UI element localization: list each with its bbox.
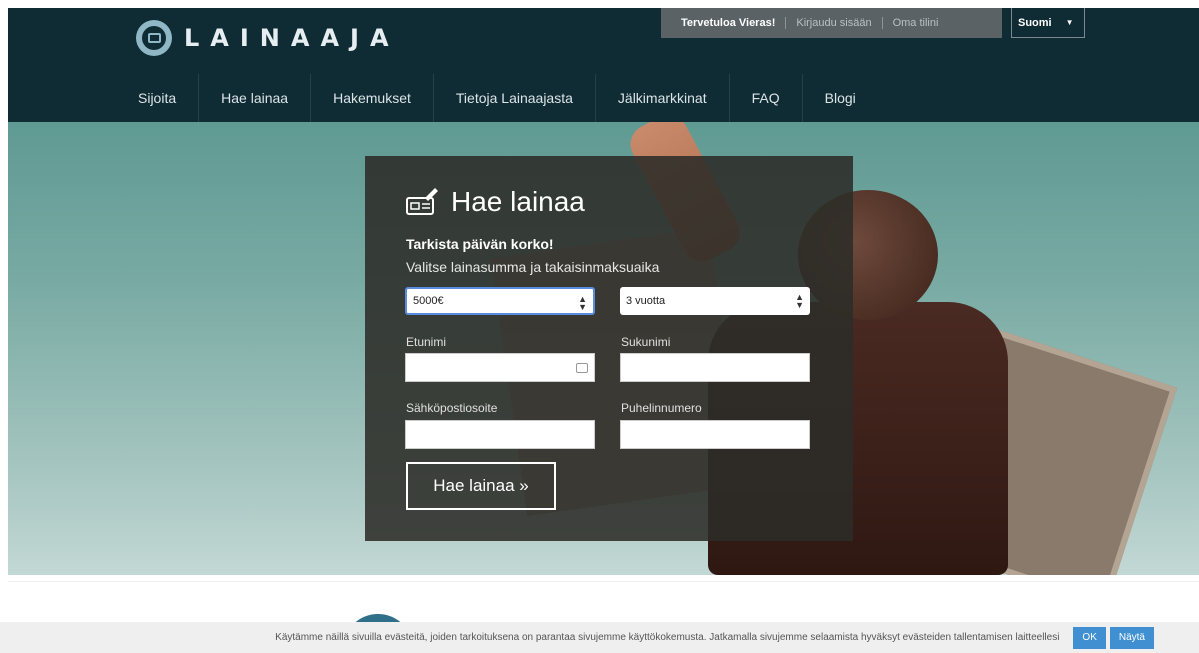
- loan-amount-value: 5000€: [413, 295, 444, 307]
- section-divider: [8, 581, 1199, 582]
- phone-label: Puhelinnumero: [621, 401, 702, 415]
- nav-item-faq[interactable]: FAQ: [730, 74, 803, 122]
- user-bar: Tervetuloa Vieras! Kirjaudu sisään Oma t…: [661, 8, 1002, 38]
- select-arrows-icon: ▲ ▼: [578, 294, 587, 312]
- form-subtitle: Tarkista päivän korko!: [406, 236, 554, 252]
- cookie-ok-button[interactable]: OK: [1073, 626, 1106, 649]
- login-link[interactable]: Kirjaudu sisään: [785, 17, 881, 29]
- nav-item-sijoita[interactable]: Sijoita: [138, 74, 200, 122]
- form-instruction: Valitse lainasumma ja takaisinmaksuaika: [406, 259, 660, 275]
- nav-item-hakemukset[interactable]: Hakemukset: [311, 74, 434, 122]
- first-name-label: Etunimi: [406, 335, 447, 349]
- loan-term-select[interactable]: 3 vuotta ▲ ▼: [620, 287, 810, 315]
- brand-name: LAINAAJA: [184, 24, 400, 52]
- email-label: Sähköpostiosoite: [406, 401, 498, 415]
- main-nav: Sijoita Hae lainaa Hakemukset Tietoja La…: [138, 74, 878, 122]
- language-label: Suomi: [1018, 16, 1052, 29]
- site-header: LAINAAJA Tervetuloa Vieras! Kirjaudu sis…: [8, 8, 1199, 122]
- contact-card-icon: [576, 363, 588, 373]
- loan-form-panel: Hae lainaa Tarkista päivän korko! Valits…: [365, 156, 853, 541]
- nav-item-blogi[interactable]: Blogi: [803, 74, 878, 122]
- first-name-input[interactable]: [405, 353, 595, 382]
- form-title: Hae lainaa: [451, 186, 585, 217]
- phone-input[interactable]: [620, 420, 810, 449]
- language-select[interactable]: Suomi ▼: [1011, 8, 1085, 38]
- last-name-label: Sukunimi: [621, 335, 671, 349]
- select-arrows-icon: ▲ ▼: [795, 292, 804, 310]
- nav-item-jalkimarkkinat[interactable]: Jälkimarkkinat: [596, 74, 730, 122]
- nav-item-hae-lainaa[interactable]: Hae lainaa: [199, 74, 312, 122]
- loan-amount-select[interactable]: 5000€ ▲ ▼: [405, 287, 595, 315]
- form-header: Hae lainaa: [405, 186, 585, 218]
- cookie-text: Käytämme näillä sivuilla evästeitä, joid…: [275, 632, 1060, 643]
- logo[interactable]: LAINAAJA: [136, 20, 400, 56]
- cookie-show-button[interactable]: Näytä: [1109, 626, 1154, 649]
- account-link[interactable]: Oma tilini: [881, 17, 949, 29]
- loan-form-icon: [406, 188, 438, 215]
- email-input[interactable]: [405, 420, 595, 449]
- apply-loan-button[interactable]: Hae lainaa »: [406, 462, 556, 510]
- last-name-input[interactable]: [620, 353, 810, 382]
- page: LAINAAJA Tervetuloa Vieras! Kirjaudu sis…: [8, 8, 1199, 653]
- cookie-banner: Käytämme näillä sivuilla evästeitä, joid…: [0, 622, 1199, 653]
- hero-banner: Hae lainaa Tarkista päivän korko! Valits…: [8, 122, 1199, 575]
- welcome-text: Tervetuloa Vieras!: [681, 17, 776, 29]
- nav-item-tietoja[interactable]: Tietoja Lainaajasta: [434, 74, 596, 122]
- chevron-down-icon: ▼: [1065, 18, 1074, 27]
- logo-icon: [136, 20, 172, 56]
- loan-term-value: 3 vuotta: [626, 295, 666, 307]
